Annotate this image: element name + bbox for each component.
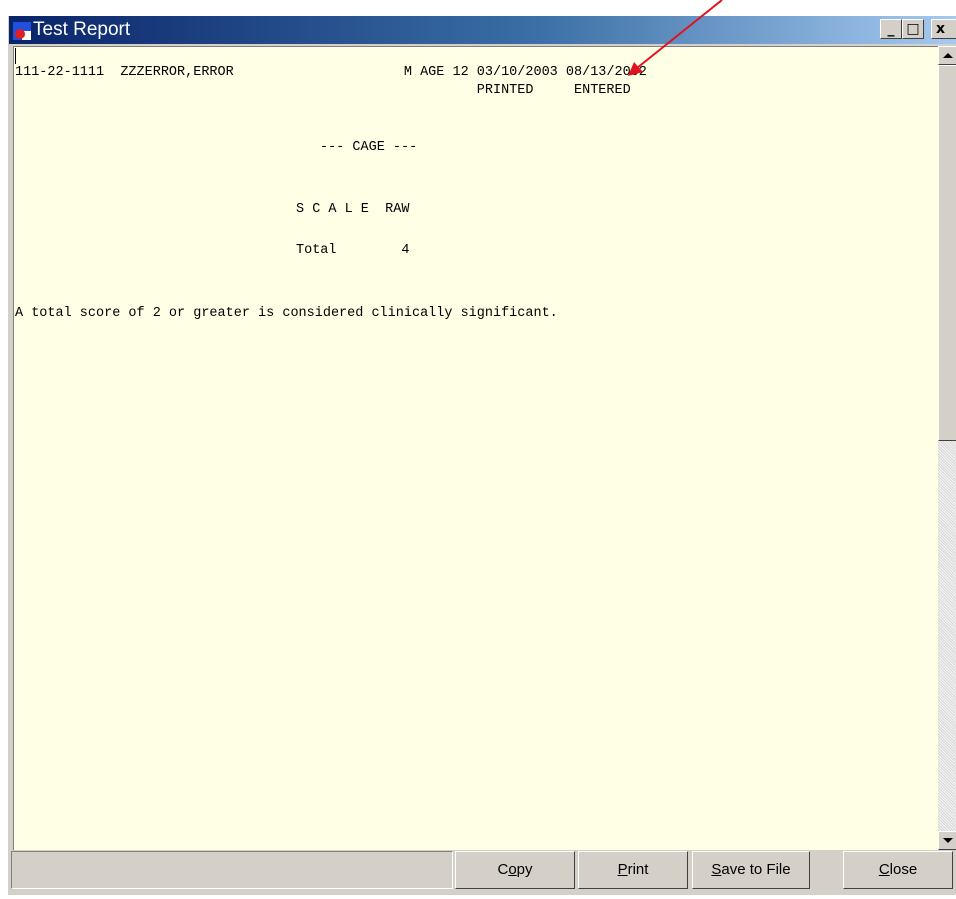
scale-table-header: S C A L E RAW <box>296 202 410 217</box>
save-to-file-button[interactable]: Save to File <box>692 851 810 889</box>
scroll-down-button[interactable] <box>938 831 956 850</box>
vertical-scrollbar[interactable] <box>938 46 956 850</box>
arrow-up-icon <box>943 53 953 58</box>
report-text-area[interactable]: 111-22-1111 ZZZERROR,ERROR M AGE 12 03/1… <box>13 46 938 850</box>
text-caret <box>15 48 16 64</box>
report-header-line: 111-22-1111 ZZZERROR,ERROR M AGE 12 03/1… <box>15 65 647 80</box>
close-label-post: lose <box>889 861 918 878</box>
arrow-down-icon <box>943 838 953 843</box>
print-label-post: rint <box>627 861 649 878</box>
button-bar: Copy Print Save to File Close <box>9 850 956 895</box>
app-icon <box>13 22 31 40</box>
significance-note: A total score of 2 or greater is conside… <box>15 306 558 321</box>
close-window-button[interactable]: x <box>931 19 956 39</box>
copy-label-accesskey: o <box>508 861 517 878</box>
print-label-accesskey: P <box>617 861 628 878</box>
close-label-accesskey: C <box>878 861 890 878</box>
maximize-button[interactable]: □ <box>902 19 924 39</box>
scroll-thumb[interactable] <box>938 65 956 441</box>
scroll-up-button[interactable] <box>938 46 956 65</box>
report-section-title: --- CAGE --- <box>320 140 418 155</box>
minimize-button[interactable]: _ <box>880 19 902 39</box>
copy-button[interactable]: Copy <box>455 851 575 889</box>
report-body: 111-22-1111 ZZZERROR,ERROR M AGE 12 03/1… <box>14 47 938 850</box>
print-button[interactable]: Print <box>578 851 688 889</box>
test-report-window: Test Report _ □ x 111-22-1111 ZZZERROR,E… <box>8 16 956 895</box>
window-title: Test Report <box>33 19 131 40</box>
close-button[interactable]: Close <box>843 851 953 889</box>
copy-label-post: py <box>516 861 533 878</box>
save-label-accesskey: S <box>711 861 722 878</box>
status-panel <box>11 851 453 889</box>
copy-label-pre: C <box>497 861 509 878</box>
title-bar[interactable]: Test Report _ □ x <box>9 16 956 44</box>
save-label-post: ave to File <box>721 861 791 878</box>
report-subheader-line: PRINTED ENTERED <box>15 83 631 98</box>
total-score-row: Total 4 <box>296 243 410 258</box>
